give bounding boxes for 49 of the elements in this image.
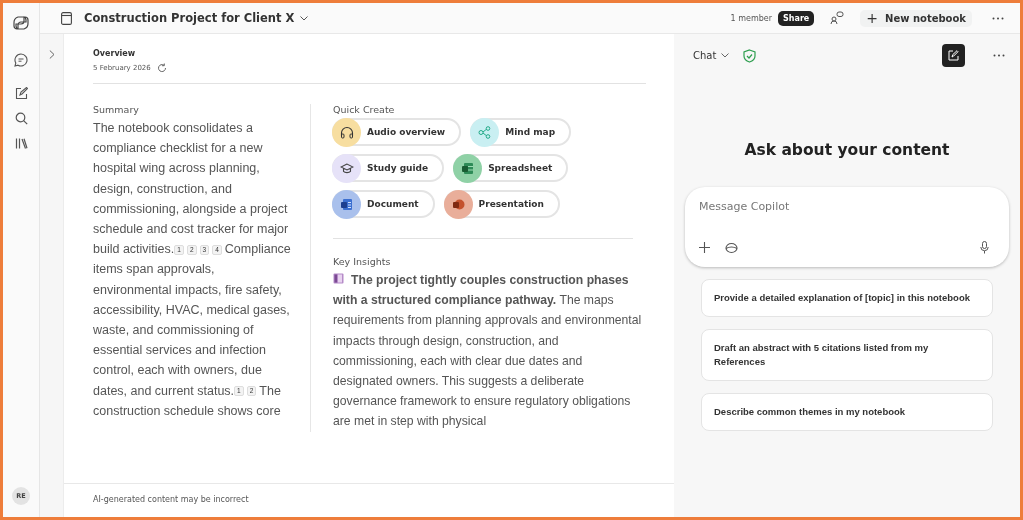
quick-create-chip[interactable]: Document [332,190,435,218]
disclaimer-text: AI-generated content may be incorrect [64,483,674,517]
message-input-field[interactable]: Message Copilot [699,200,995,213]
compose-icon [948,50,959,61]
chevron-down-icon [721,53,730,58]
new-notebook-button[interactable]: + New notebook [860,9,972,27]
sync-icon[interactable] [724,241,739,254]
spreadsheet-icon [461,161,475,175]
overview-title: Overview [93,49,137,58]
book-icon [333,273,344,284]
more-icon[interactable] [992,16,1004,20]
refresh-icon[interactable] [156,63,167,73]
share-button[interactable]: Share [778,10,815,26]
library-icon[interactable] [14,137,28,150]
suggestion-card[interactable]: Provide a detailed explanation of [topic] in this notebook [701,279,993,317]
quick-create-chip[interactable]: Spreadsheet [453,154,569,182]
people-icon[interactable] [830,11,845,25]
quick-create-chip[interactable]: Mind map [470,118,572,146]
chat-heading: Ask about your content [744,141,950,159]
chat-mode-dropdown[interactable]: Chat [693,50,730,61]
quick-create-chip[interactable]: Audio overview [332,118,462,146]
mind-map-icon [478,125,492,139]
chevron-down-icon[interactable] [300,15,309,21]
microphone-icon[interactable] [980,241,989,254]
more-icon[interactable] [993,54,1005,57]
plus-icon[interactable] [699,242,710,253]
suggestion-card[interactable]: Describe common themes in my notebook [701,393,993,431]
plus-icon: + [866,13,878,23]
document-icon [340,197,353,211]
copilot-logo-icon[interactable] [13,15,29,31]
graduation-cap-icon [339,162,354,174]
notebook-icon [61,11,72,25]
key-insights-label: Key Insights [333,256,392,267]
key-insight-text: The project tightly couples construction phases with a structured compliance pathway. The maps requirements from planning approvals and environmental impacts through design, construction, and commissioning, each with clear due dates and designated owners. This suggests a deliberate governance framework to ensure regulatory obligations are met in step with physical [333,272,643,431]
shield-check-icon[interactable] [743,48,757,63]
chat-icon[interactable] [14,53,28,67]
search-icon[interactable] [14,112,28,125]
quick-create-chip[interactable]: Study guide [332,154,445,182]
quick-create-label: Quick Create [333,104,396,115]
expand-chevron-icon[interactable] [48,50,55,59]
member-count: 1 member [730,13,773,23]
summary-label: Summary [93,104,140,115]
notebook-title[interactable]: Construction Project for Client X [84,11,295,25]
quick-create-chip[interactable]: Presentation [443,190,560,218]
new-chat-button[interactable] [942,44,965,67]
suggestion-card[interactable]: Draft an abstract with 5 citations listed from my References [701,329,993,381]
presentation-icon [451,197,465,211]
headphones-icon [339,125,354,139]
compose-icon[interactable] [14,87,28,100]
